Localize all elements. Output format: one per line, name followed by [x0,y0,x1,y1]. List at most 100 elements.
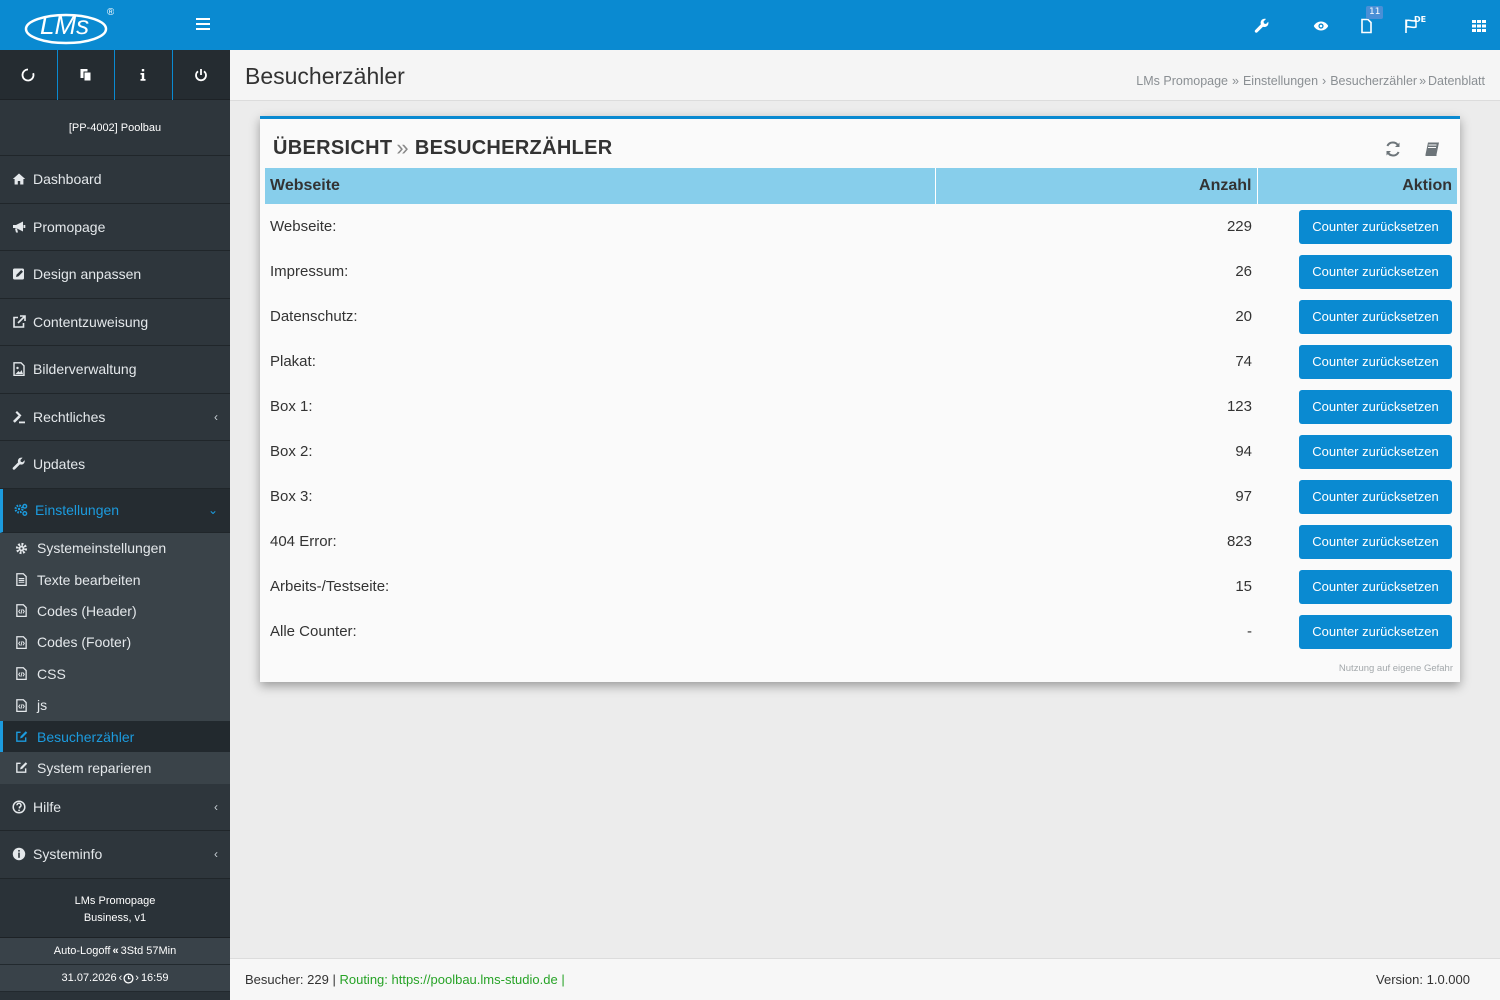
nav-item-bilderverwaltung[interactable]: Bilderverwaltung [0,346,230,394]
reset-counter-button[interactable]: Counter zurücksetzen [1299,479,1452,514]
reset-counter-button[interactable]: Counter zurücksetzen [1299,389,1452,424]
panel-title: ÜBERSICHT » BESUCHERZÄHLER [273,135,612,161]
reset-counter-button[interactable]: Counter zurücksetzen [1299,254,1452,289]
sub-label: Codes (Header) [37,602,137,619]
double-chevron-right-icon: » [396,135,409,160]
separator: | [561,972,565,987]
svg-text:LMs: LMs [40,10,89,40]
reset-counter-button[interactable]: Counter zurücksetzen [1299,344,1452,379]
nav-item-updates[interactable]: Updates [0,441,230,489]
page-name: Arbeits-/Testseite: [270,578,390,595]
table-row: Webseite: 229 Counter zurücksetzen [265,204,1457,249]
auto-logoff: Auto-Logoff « 3Std 57Min [0,938,230,965]
sidebar-footer: LMs Promopage Business, v1 Auto-Logoff «… [0,882,230,992]
sidebar-item-codes-header[interactable]: Codes (Header) [0,595,230,626]
eye-icon[interactable] [1307,12,1335,38]
apps-grid-icon[interactable] [1465,12,1493,38]
disclaimer-note: Nutzung auf eigene Gefahr [1338,663,1453,674]
nav-item-dashboard[interactable]: Dashboard [0,156,230,204]
info-circle-icon [11,846,27,862]
refresh-icon[interactable] [1382,139,1404,159]
svg-text:®: ® [107,7,114,18]
sidebar-item-css[interactable]: CSS [0,658,230,689]
reset-counter-button[interactable]: Counter zurücksetzen [1299,299,1452,334]
nav-label: Rechtliches [33,408,106,425]
nav-item-rechtliches[interactable]: Rechtliches ‹ [0,393,230,441]
menu-toggle-icon[interactable] [188,12,218,38]
sidebar-item-system-reparieren[interactable]: System reparieren [0,752,230,783]
logout-button[interactable] [173,50,231,100]
sidebar-item-systemeinstellungen[interactable]: Systemeinstellungen [0,533,230,564]
breadcrumb-item[interactable]: Einstellungen [1243,74,1318,88]
book-icon[interactable] [1422,139,1444,159]
nav-label: Hilfe [33,798,62,815]
visit-count: 229 [1226,218,1252,235]
sub-label: js [37,697,48,714]
external-link-icon [11,314,27,330]
action-cell: Counter zurücksetzen [1257,294,1457,339]
sub-label: System reparieren [37,759,152,776]
lms-logo[interactable]: LMs ® [18,3,115,47]
double-chevron-right-icon: » [1419,74,1427,88]
reset-all-counters-button[interactable]: Counter zurücksetzen [1299,614,1452,649]
action-cell: Counter zurücksetzen [1257,474,1457,519]
reset-counter-button[interactable]: Counter zurücksetzen [1299,569,1452,604]
page-name: Alle Counter: [270,623,357,640]
nav-item-design[interactable]: Design anpassen [0,251,230,299]
sidebar-item-besucherzaehler[interactable]: Besucherzähler [0,720,230,753]
product-name: LMs Promopage [74,894,156,907]
reset-counter-button[interactable]: Counter zurücksetzen [1299,434,1452,469]
sub-label: Codes (Footer) [37,634,132,651]
visit-count: 26 [1235,263,1252,280]
gears-icon [13,502,29,518]
chevron-left-icon: ‹ [214,409,218,424]
nav-label: Design anpassen [33,266,142,283]
file-code-icon [13,634,29,650]
reset-counter-button[interactable]: Counter zurücksetzen [1299,524,1452,559]
nav-item-contentzuweisung[interactable]: Contentzuweisung [0,298,230,346]
sidebar-item-codes-footer[interactable]: Codes (Footer) [0,627,230,658]
action-cell: Counter zurücksetzen [1257,339,1457,384]
flag-icon[interactable]: DE [1397,12,1426,38]
reset-counter-button[interactable]: Counter zurücksetzen [1299,209,1452,244]
nav-item-promopage[interactable]: Promopage [0,203,230,251]
column-header-anzahl: Anzahl [935,168,1258,204]
page-name: 404 Error: [270,533,337,550]
refresh-button[interactable] [0,50,58,100]
visit-count: 20 [1235,308,1252,325]
breadcrumb-item[interactable]: LMs Promopage [1136,74,1228,88]
nav-item-systeminfo[interactable]: Systeminfo ‹ [0,831,230,879]
action-cell: Counter zurücksetzen [1257,204,1457,249]
chevron-right-icon: › [1322,74,1327,88]
wrench-icon[interactable] [1248,12,1276,38]
current-time: 16:59 [140,972,169,984]
nav-label: Einstellungen [35,502,120,518]
breadcrumb: LMs Promopage » Einstellungen › Besucher… [1136,74,1485,88]
nav-label: Bilderverwaltung [33,361,137,378]
copy-button[interactable] [58,50,115,100]
visit-count: 97 [1235,488,1252,505]
breadcrumb-item[interactable]: Besucherzähler [1330,74,1417,88]
project-label: [PP-4002] Poolbau [0,100,230,156]
page-name: Plakat: [270,353,316,370]
sidebar-item-texte-bearbeiten[interactable]: Texte bearbeiten [0,564,230,595]
settings-submenu: Systemeinstellungen Texte bearbeiten Cod… [0,532,230,784]
nav-item-hilfe[interactable]: Hilfe ‹ [0,783,230,832]
info-button[interactable] [115,50,173,100]
routing-link[interactable]: Routing: https://poolbau.lms-studio.de [339,972,557,987]
action-cell: Counter zurücksetzen [1257,429,1457,474]
column-header-webseite: Webseite [265,168,936,204]
wrench-icon [11,456,27,472]
nav-item-einstellungen[interactable]: Einstellungen ⌄ [0,488,230,533]
panel-title-part1: ÜBERSICHT [273,136,393,159]
visit-count: 15 [1235,578,1252,595]
product-edition: Business, v1 [83,911,147,924]
image-file-icon [11,361,27,377]
notifications-icon[interactable]: 11 [1352,6,1384,38]
page-header: Besucherzähler LMs Promopage » Einstellu… [230,50,1500,101]
sub-label: Systemeinstellungen [37,540,167,557]
chevron-left-icon: ‹ [214,847,218,862]
column-header-aktion: Aktion [1257,168,1457,204]
sidebar-item-js[interactable]: js [0,689,230,720]
table-row: Plakat: 74 Counter zurücksetzen [265,339,1457,384]
